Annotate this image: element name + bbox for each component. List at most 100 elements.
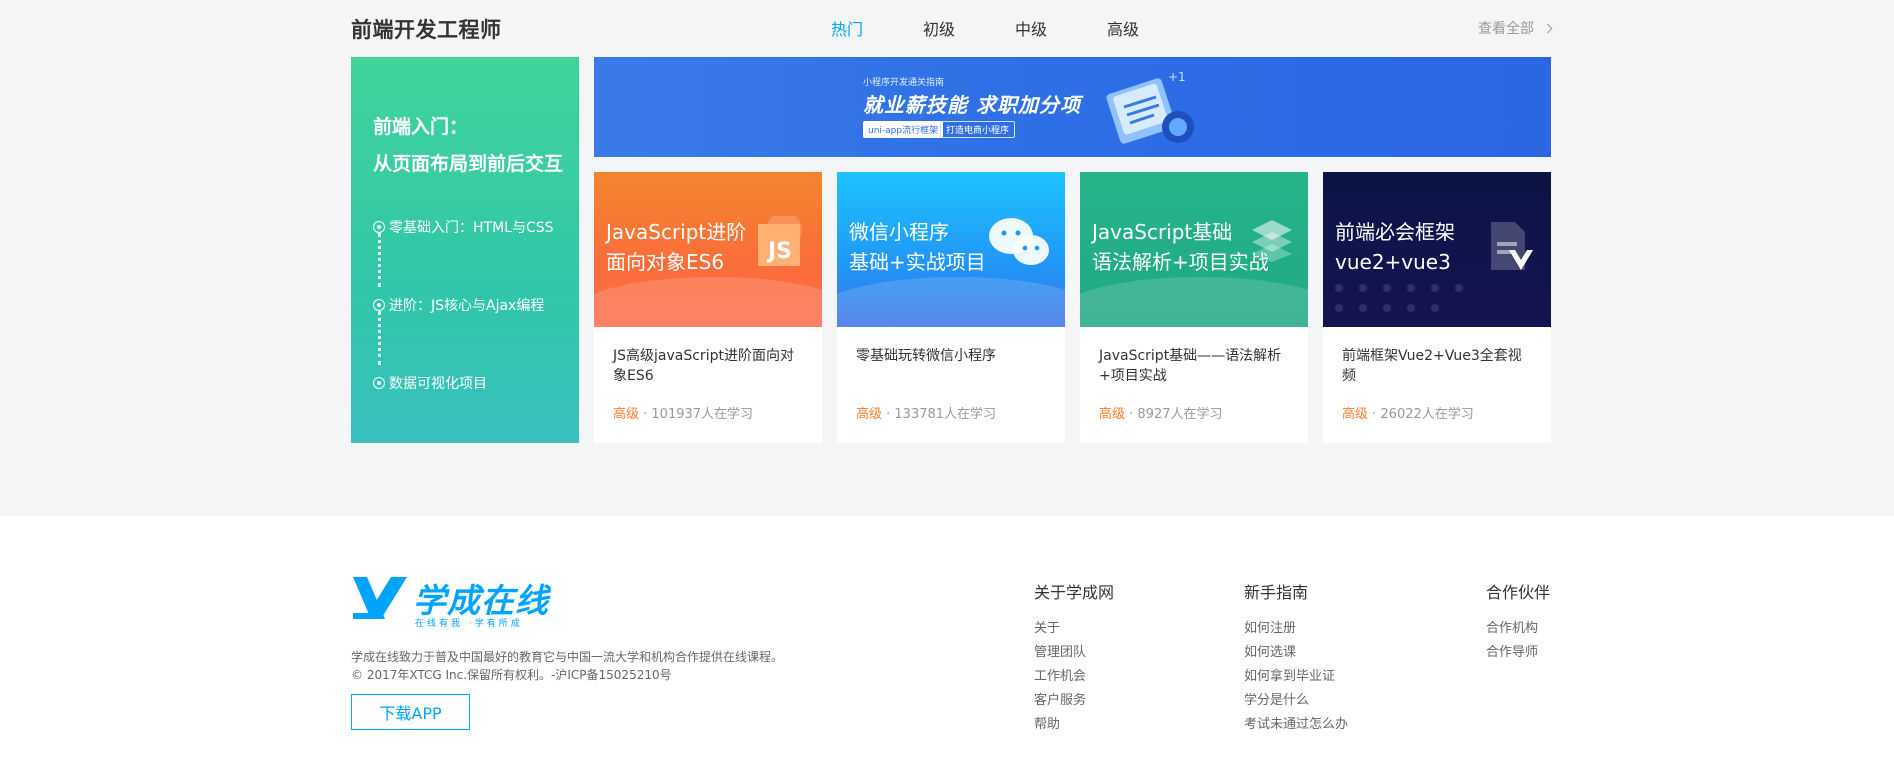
footer-column-guide: 新手指南 如何注册 如何选课 如何拿到毕业证 学分是什么 考试未通过怎么办 [1244, 579, 1348, 737]
dot-pattern [1335, 284, 1463, 312]
vue-doc-icon [1491, 222, 1533, 270]
footer-link[interactable]: 学分是什么 [1244, 689, 1348, 713]
thumb-line: 面向对象ES6 [606, 250, 725, 274]
view-all-label: 查看全部 [1478, 21, 1534, 37]
course-level: 高级 [1342, 407, 1369, 422]
banner-chip: 打造电商小程序 [940, 121, 1016, 138]
thumb-text: JavaScript基础 语法解析+项目实战 [1092, 217, 1269, 277]
thumb-line: JavaScript进阶 [606, 220, 747, 244]
layers-icon [1252, 220, 1292, 262]
footer-link[interactable]: 管理团队 [1034, 641, 1114, 665]
path-title-line2: 从页面布局到前后交互 [373, 153, 564, 175]
footer-column-partners: 合作伙伴 合作机构 合作导师 [1486, 579, 1550, 665]
footer-desc-line: 学成在线致力于普及中国最好的教育它与中国一流大学和机构合作提供在线课程。 [351, 650, 784, 664]
promo-banner[interactable]: 小程序开发通关指南 就业薪技能 求职加分项 uni-app流行框架 打造电商小程… [594, 57, 1551, 157]
path-step-label: 零基础入门：HTML与CSS [389, 220, 554, 236]
dotted-connector [378, 233, 381, 287]
course-card[interactable]: 微信小程序 基础+实战项目 零基础玩转微信小程序 高级 · 133781人在学习 [837, 172, 1065, 443]
level-tabs: 热门 初级 中级 高级 [801, 16, 1169, 40]
svg-text:+1: +1 [1168, 70, 1186, 84]
path-step[interactable]: 进阶：JS核心与Ajax编程 [373, 295, 544, 315]
footer-column-about: 关于学成网 关于 管理团队 工作机会 客户服务 帮助 [1034, 579, 1114, 737]
section-title: 前端开发工程师 [351, 18, 502, 42]
footer-logo[interactable]: 学成在线 在线有我 ·学有所成 [351, 574, 549, 629]
course-card[interactable]: 前端必会框架 vue2+vue3 前端框架Vue2+Vue3全套视频 高级 · … [1323, 172, 1551, 443]
footer-column-title: 关于学成网 [1034, 583, 1115, 602]
footer-column-title: 新手指南 [1244, 583, 1309, 602]
course-name: 零基础玩转微信小程序 [856, 348, 996, 364]
course-learners: · 8927人在学习 [1125, 407, 1223, 422]
thumb-line: 微信小程序 [849, 220, 949, 244]
learning-path-panel[interactable]: 前端入门： 从页面布局到前后交互 零基础入门：HTML与CSS 进阶：JS核心与… [351, 57, 579, 443]
course-level: 高级 [613, 407, 640, 422]
footer-link[interactable]: 如何选课 [1244, 641, 1348, 665]
footer-link[interactable]: 如何注册 [1244, 617, 1348, 641]
course-name: JS高级javaScript进阶面向对象ES6 [613, 348, 794, 384]
thumb-line: 语法解析+项目实战 [1092, 250, 1269, 274]
banner-illustration: +1 [1106, 70, 1194, 144]
course-meta: 高级 · 26022人在学习 [1342, 403, 1474, 422]
tab-advanced[interactable]: 高级 [1077, 16, 1169, 40]
footer-brand: 学成在线 [413, 581, 549, 620]
course-learners: · 133781人在学习 [882, 407, 997, 422]
course-level: 高级 [856, 407, 883, 422]
thumb-text: JavaScript进阶 面向对象ES6 [606, 217, 746, 277]
footer-link[interactable]: 工作机会 [1034, 665, 1114, 689]
course-meta: 高级 · 8927人在学习 [1099, 403, 1223, 422]
banner-small-text: 小程序开发通关指南 [863, 78, 945, 88]
course-thumbnail: JavaScript基础 语法解析+项目实战 [1080, 172, 1308, 327]
course-section: 前端开发工程师 热门 初级 中级 高级 查看全部 前端入门： 从页面布局到前后交… [351, 0, 1553, 470]
course-name: JavaScript基础——语法解析+项目实战 [1099, 348, 1282, 384]
js-icon: JS [758, 216, 802, 266]
footer-link[interactable]: 考试未通过怎么办 [1244, 713, 1348, 737]
course-learners: · 26022人在学习 [1368, 407, 1474, 422]
banner-chip: uni-app流行框架 [863, 121, 944, 138]
site-footer: 学成在线 在线有我 ·学有所成 学成在线致力于普及中国最好的教育它与中国一流大学… [0, 516, 1894, 764]
thumb-line: 前端必会框架 [1335, 220, 1455, 244]
footer-description: 学成在线致力于普及中国最好的教育它与中国一流大学和机构合作提供在线课程。 © 2… [351, 648, 783, 684]
path-title: 前端入门： 从页面布局到前后交互 [373, 109, 563, 183]
course-thumbnail: 微信小程序 基础+实战项目 [837, 172, 1065, 327]
course-meta: 高级 · 133781人在学习 [856, 403, 996, 422]
download-app-button[interactable]: 下载APP [351, 694, 470, 730]
banner-headline: 就业薪技能 求职加分项 [863, 93, 1081, 117]
course-meta: 高级 · 101937人在学习 [613, 403, 753, 422]
footer-slogan: 在线有我 ·学有所成 [415, 619, 523, 629]
footer-link[interactable]: 关于 [1034, 617, 1114, 641]
thumb-text: 微信小程序 基础+实战项目 [849, 217, 986, 277]
svg-text:JS: JS [766, 239, 792, 264]
footer-link[interactable]: 客户服务 [1034, 689, 1114, 713]
path-step-label: 数据可视化项目 [389, 376, 487, 392]
step-circle-icon [373, 221, 385, 233]
course-thumbnail: JavaScript进阶 面向对象ES6 JS [594, 172, 822, 327]
course-level: 高级 [1099, 407, 1126, 422]
footer-link[interactable]: 如何拿到毕业证 [1244, 665, 1348, 689]
path-step[interactable]: 零基础入门：HTML与CSS [373, 217, 554, 237]
path-step-label: 进阶：JS核心与Ajax编程 [389, 298, 545, 314]
thumb-line: JavaScript基础 [1092, 220, 1233, 244]
footer-link[interactable]: 帮助 [1034, 713, 1114, 737]
step-circle-icon [373, 377, 385, 389]
chevron-right-icon [1542, 23, 1553, 33]
wechat-icon [989, 218, 1049, 265]
footer-copyright: © 2017年XTCG Inc.保留所有权利。-沪ICP备15025210号 [351, 668, 672, 682]
view-all-link[interactable]: 查看全部 [1478, 18, 1553, 38]
footer-link[interactable]: 合作机构 [1486, 617, 1550, 641]
course-name: 前端框架Vue2+Vue3全套视频 [1342, 348, 1522, 384]
path-title-line1: 前端入门： [373, 116, 469, 138]
path-step[interactable]: 数据可视化项目 [373, 373, 487, 393]
tab-intermediate[interactable]: 中级 [985, 16, 1077, 40]
tab-hot[interactable]: 热门 [801, 16, 893, 40]
course-thumbnail: 前端必会框架 vue2+vue3 [1323, 172, 1551, 327]
logo-x-icon [353, 577, 407, 619]
thumb-line: vue2+vue3 [1335, 250, 1451, 274]
course-card[interactable]: JavaScript基础 语法解析+项目实战 JavaScript基础——语法解… [1080, 172, 1308, 443]
dotted-connector [378, 311, 381, 365]
footer-link[interactable]: 合作导师 [1486, 641, 1550, 665]
thumb-text: 前端必会框架 vue2+vue3 [1335, 217, 1455, 277]
course-card[interactable]: JavaScript进阶 面向对象ES6 JS JS高级javaScript进阶… [594, 172, 822, 443]
tab-beginner[interactable]: 初级 [893, 16, 985, 40]
thumb-line: 基础+实战项目 [849, 250, 986, 274]
course-learners: · 101937人在学习 [639, 407, 754, 422]
step-circle-icon [373, 299, 385, 311]
